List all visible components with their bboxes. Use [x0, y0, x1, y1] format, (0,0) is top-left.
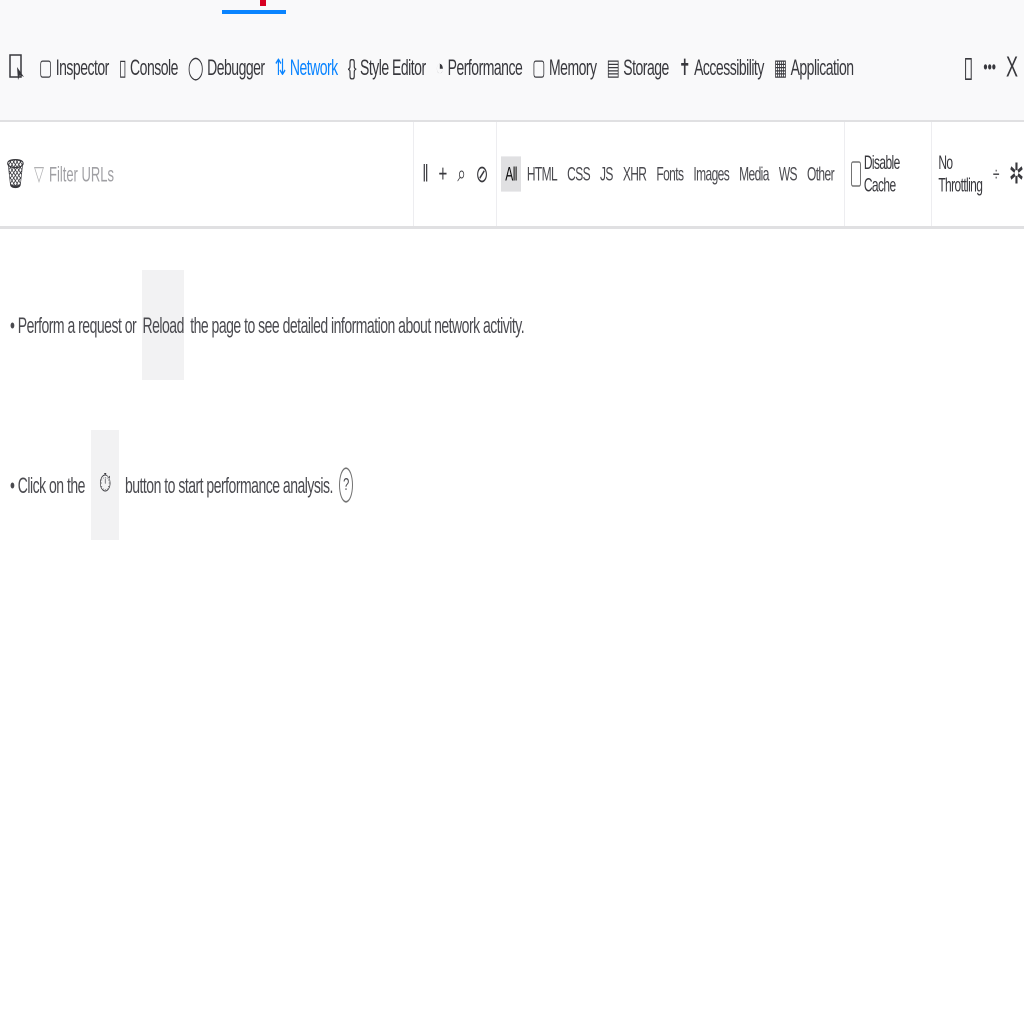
clear-log-icon[interactable]: 🗑 — [4, 157, 27, 191]
disable-cache-checkbox[interactable] — [850, 161, 861, 187]
style-editor-icon: {} — [347, 54, 357, 80]
element-picker-button[interactable] — [6, 53, 28, 81]
perf-text-before: • Click on the — [10, 472, 85, 498]
accessibility-icon: ✝ — [678, 54, 691, 80]
filter-type-fonts[interactable]: Fonts — [652, 156, 687, 191]
filter-type-media[interactable]: Media — [735, 156, 773, 191]
storage-icon: ▤ — [606, 54, 620, 80]
tab-label: Inspector — [55, 54, 110, 80]
stopwatch-icon: ⏱ — [98, 470, 111, 498]
responsive-design-icon[interactable]: ▯ — [963, 50, 973, 84]
network-toolbar: 🗑 ▽ ‖ + ⌕ ⊘ AllHTMLCSSJSXHRFontsImagesMe… — [0, 122, 1024, 229]
filter-type-images[interactable]: Images — [689, 156, 733, 191]
tab-label: Style Editor — [360, 54, 426, 80]
request-type-filters: All HTML CSS JS XHR Fonts Images Media WS Other — [496, 122, 838, 226]
filter-icon: ▽ — [34, 161, 44, 186]
notice-text-before: • Perform a request or — [10, 312, 137, 338]
perf-text-after: button to start performance analysis. — [124, 472, 333, 498]
devtools-window-controls: ▯ ••• X — [963, 50, 1024, 82]
disable-cache-toggle[interactable]: Disable Cache — [843, 122, 931, 226]
network-icon: ⇅ — [274, 54, 287, 80]
tab-label: Performance — [447, 54, 523, 80]
filter-type-xhr[interactable]: XHR — [619, 156, 651, 191]
throttling-select[interactable]: No Throttling ÷ — [931, 122, 1005, 226]
disable-cache-label: Disable Cache — [863, 151, 900, 197]
tab-label: Storage — [623, 54, 669, 80]
filter-type-other[interactable]: Other — [803, 156, 838, 191]
console-icon: ▯ — [118, 54, 127, 80]
empty-state-reload-notice: • Perform a request or Reload the page t… — [10, 270, 525, 380]
inspector-icon: ▢ — [39, 54, 52, 80]
dropdown-arrow-icon: ÷ — [992, 162, 1000, 186]
application-icon: ▦ — [773, 54, 787, 80]
filter-urls-input[interactable] — [47, 160, 351, 188]
filter-type-html[interactable]: HTML — [523, 156, 561, 191]
search-icon[interactable]: ⌕ — [457, 160, 465, 187]
devtools-tab-bar: ▢ Inspector ▯ Console ◯ Debugger ⇅ Network{} Sty… — [0, 14, 1024, 122]
debugger-icon: ◯ — [187, 54, 204, 80]
performance-icon: ◔ — [435, 54, 444, 80]
add-icon[interactable]: + — [439, 160, 448, 187]
reload-button[interactable]: Reload — [142, 270, 184, 380]
tab-label: Application — [790, 54, 855, 80]
filter-type-ws[interactable]: WS — [775, 156, 801, 191]
network-action-icons: ‖ + ⌕ ⊘ — [414, 160, 496, 188]
settings-gear-icon[interactable]: ✲ — [1009, 157, 1024, 191]
close-icon[interactable]: X — [1006, 50, 1018, 84]
throttling-value: No Throttling — [938, 151, 983, 197]
tab-label: Accessibility — [694, 54, 764, 80]
block-icon[interactable]: ⊘ — [476, 160, 489, 188]
tab-label: Console — [130, 54, 178, 80]
tab-label: Network — [289, 54, 338, 80]
more-options-icon[interactable]: ••• — [983, 56, 996, 78]
help-icon[interactable]: ? — [338, 467, 353, 503]
empty-state-perf-notice: • Click on the ⏱ button to start perform… — [10, 430, 353, 540]
element-picker-icon — [9, 54, 24, 80]
memory-icon: ▢ — [532, 54, 545, 80]
start-performance-button[interactable]: ⏱ — [90, 430, 119, 540]
filter-urls-box: ▽ — [34, 122, 415, 226]
tab-label: Memory — [549, 54, 597, 80]
notice-text-after: the page to see detailed information abo… — [190, 312, 525, 338]
pause-icon[interactable]: ‖ — [422, 160, 428, 187]
filter-type-css[interactable]: CSS — [563, 156, 594, 191]
filter-type-js[interactable]: JS — [596, 156, 617, 191]
reload-label: Reload — [142, 312, 185, 338]
tab-label: Debugger — [207, 54, 265, 80]
filter-type-all[interactable]: All — [501, 156, 521, 192]
